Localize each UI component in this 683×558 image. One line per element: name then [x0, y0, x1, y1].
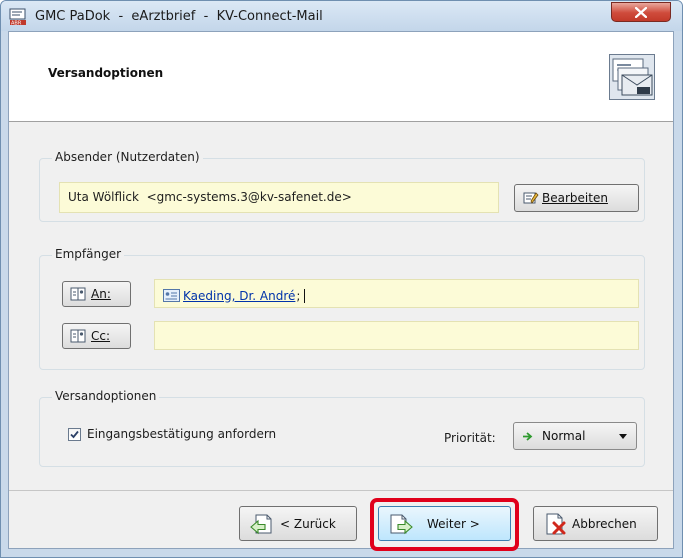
address-book-icon	[70, 329, 86, 343]
edit-sender-label: Bearbeiten	[542, 191, 608, 205]
close-icon	[635, 6, 647, 18]
svg-text:ABR: ABR	[11, 21, 22, 27]
priority-value: Normal	[542, 429, 586, 443]
chevron-down-icon	[619, 434, 627, 439]
app-logo-icon: ABR	[9, 8, 26, 27]
priority-dropdown[interactable]: Normal	[513, 422, 637, 450]
cc-button-label: Cc:	[91, 329, 111, 343]
window-title: GMC PaDok - eArztbrief - KV-Connect-Mail	[35, 9, 323, 24]
checkmark-icon	[70, 430, 79, 438]
title-bar[interactable]: ABR GMC PaDok - eArztbrief - KV-Connect-…	[1, 1, 682, 31]
sender-group-title: Absender (Nutzerdaten)	[52, 150, 203, 164]
cc-button[interactable]: Cc:	[62, 323, 131, 349]
page-title: Versandoptionen	[48, 66, 164, 80]
wizard-body: Versandoptionen Absender (Nutzerdaten) U…	[8, 31, 674, 549]
priority-label: Priorität:	[444, 431, 496, 445]
footer-divider	[9, 490, 673, 491]
confirmation-checkbox-row[interactable]: Eingangsbestätigung anfordern	[68, 427, 276, 441]
sender-value: Uta Wölflick <gmc-systems.3@kv-safenet.d…	[68, 190, 352, 204]
window-close-button[interactable]	[611, 2, 671, 22]
sender-field: Uta Wölflick <gmc-systems.3@kv-safenet.d…	[59, 182, 499, 213]
app-window: ABR GMC PaDok - eArztbrief - KV-Connect-…	[0, 0, 683, 558]
shipping-options-group: Versandoptionen Eingangsbestätigung anfo…	[39, 389, 645, 467]
address-book-icon	[70, 287, 86, 301]
cancel-button[interactable]: Abbrechen	[533, 506, 658, 541]
recipient-group-title: Empfänger	[52, 247, 125, 261]
to-separator: ;	[296, 288, 301, 303]
contact-card-icon	[163, 289, 180, 302]
next-button-highlight	[370, 498, 519, 551]
text-cursor	[304, 288, 306, 303]
confirmation-checkbox-label: Eingangsbestätigung anfordern	[87, 427, 277, 441]
cancel-document-icon	[546, 513, 566, 534]
cancel-button-label: Abbrechen	[572, 516, 637, 531]
sender-group: Absender (Nutzerdaten) Uta Wölflick <gmc…	[39, 150, 645, 222]
envelope-stack-icon	[609, 54, 655, 100]
back-button-label: < Zurück	[280, 516, 336, 531]
cc-field[interactable]	[154, 321, 639, 350]
to-recipient-link[interactable]: Kaeding, Dr. André	[183, 289, 295, 303]
wizard-header: Versandoptionen	[9, 32, 673, 122]
back-button[interactable]: < Zurück	[239, 506, 357, 541]
shipping-options-group-title: Versandoptionen	[52, 389, 160, 403]
to-button[interactable]: An:	[62, 281, 131, 307]
to-button-label: An:	[91, 287, 111, 301]
to-field[interactable]: Kaeding, Dr. André ;	[154, 279, 639, 308]
recipient-group: Empfänger An: Kaeding, Dr. André ; Cc:	[39, 247, 645, 370]
back-arrow-icon	[250, 514, 272, 534]
edit-sender-button[interactable]: Bearbeiten	[514, 184, 639, 212]
edit-card-icon	[523, 192, 539, 204]
confirmation-checkbox[interactable]	[68, 427, 81, 441]
arrow-right-icon	[523, 431, 533, 441]
